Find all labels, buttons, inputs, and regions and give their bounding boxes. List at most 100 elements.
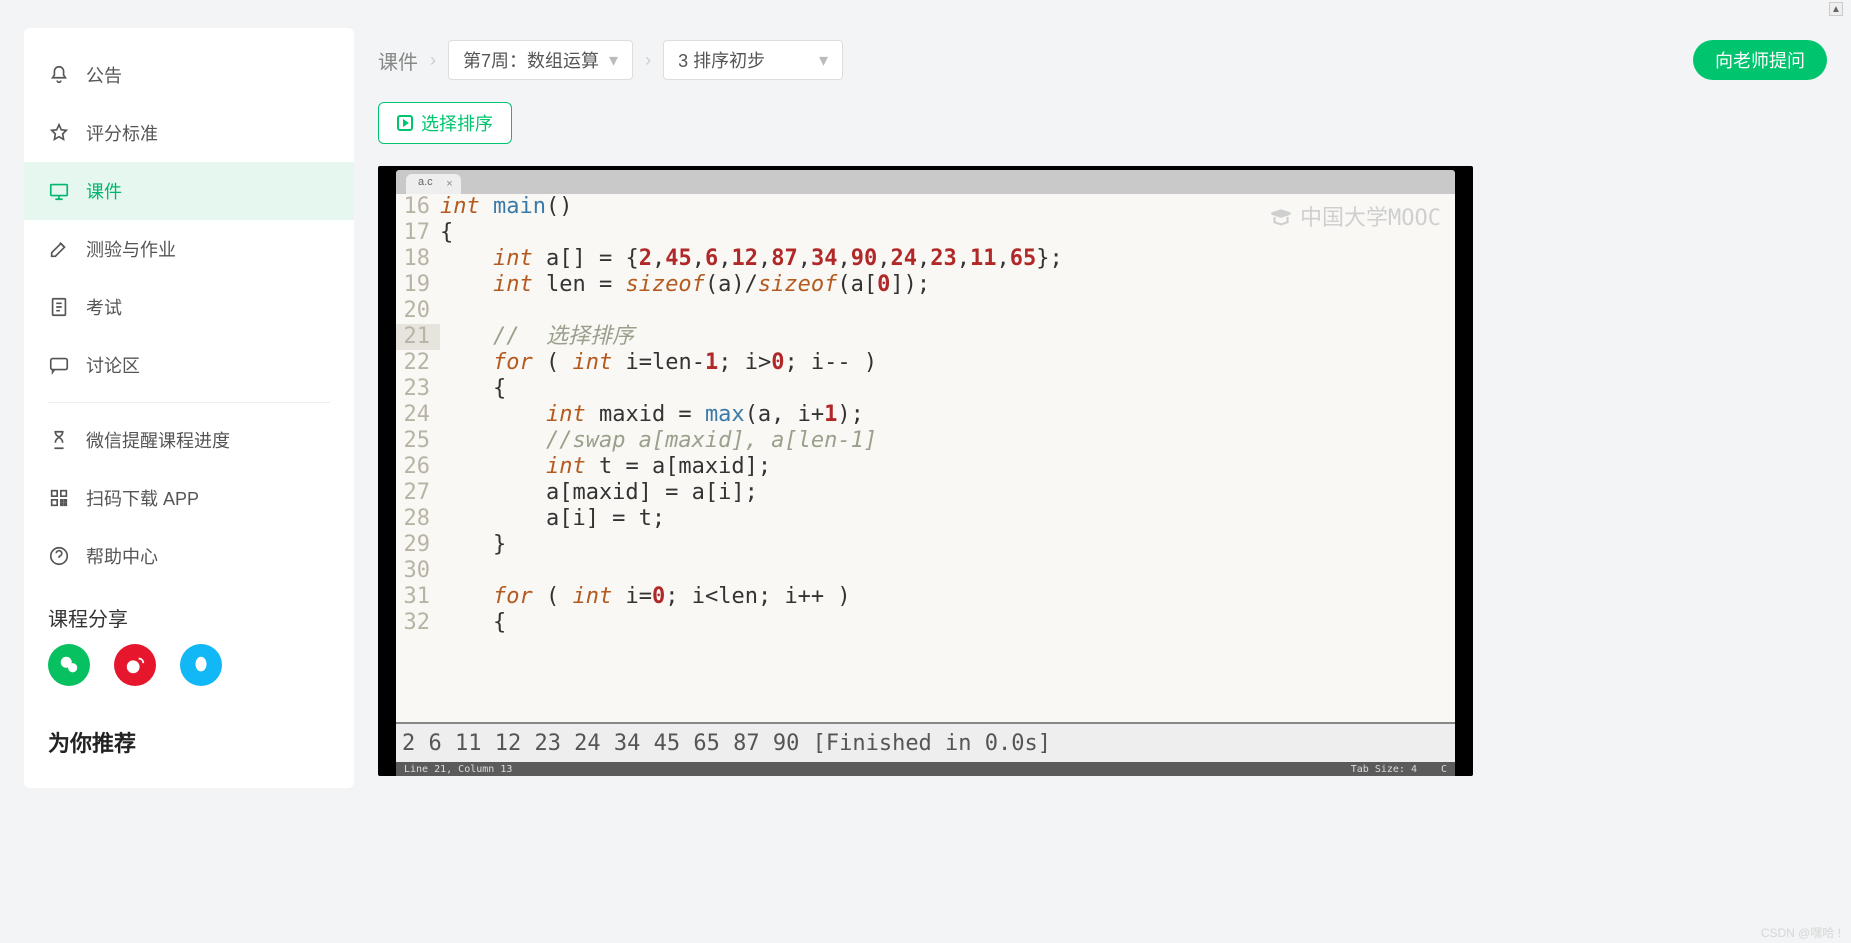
sidebar-item-help[interactable]: 帮助中心 [24, 527, 354, 585]
sidebar-item-lecture[interactable]: 课件 [24, 162, 354, 220]
chevron-down-icon: ▾ [819, 50, 828, 71]
code-line: 31 for ( int i=0; i<len; i++ ) [396, 584, 1455, 610]
breadcrumb-root[interactable]: 课件 [378, 46, 418, 75]
play-icon [397, 115, 413, 131]
help-icon [48, 545, 70, 567]
lecture-icon [48, 180, 70, 202]
line-number: 21 [396, 324, 440, 350]
line-number: 32 [396, 610, 440, 636]
line-number: 30 [396, 558, 440, 584]
code-editor: 中国大学MOOC 16int main()17{18 int a[] = {2,… [396, 194, 1455, 746]
code-text: a[i] = t; [440, 506, 1455, 532]
sidebar: 公告评分标准课件测验与作业考试讨论区微信提醒课程进度扫码下载 APP帮助中心 课… [24, 28, 354, 788]
sidebar-item-chat[interactable]: 讨论区 [24, 336, 354, 394]
code-line: 23 { [396, 376, 1455, 402]
code-line: 19 int len = sizeof(a)/sizeof(a[0]); [396, 272, 1455, 298]
week-select[interactable]: 第7周：数组运算▾ [448, 40, 633, 80]
star-icon [48, 122, 70, 144]
line-number: 20 [396, 298, 440, 324]
code-text: int t = a[maxid]; [440, 454, 1455, 480]
section-select[interactable]: 3 排序初步 ▾ [663, 40, 843, 80]
line-number: 22 [396, 350, 440, 376]
doc-icon [48, 296, 70, 318]
recommend-title: 为你推荐 [24, 704, 354, 770]
sidebar-item-star[interactable]: 评分标准 [24, 104, 354, 162]
scroll-up-button[interactable]: ▲ [1829, 2, 1843, 16]
ask-teacher-button[interactable]: 向老师提问 [1693, 40, 1827, 80]
sidebar-item-bell[interactable]: 公告 [24, 46, 354, 104]
code-line: 32 { [396, 610, 1455, 636]
share-wechat-icon[interactable] [48, 644, 90, 686]
chevron-right-icon: › [645, 50, 651, 71]
code-text: } [440, 532, 1455, 558]
language-mode[interactable]: C [1441, 764, 1447, 775]
code-line: 29 } [396, 532, 1455, 558]
code-text: a[maxid] = a[i]; [440, 480, 1455, 506]
week-select-label: 第7周：数组运算 [463, 47, 599, 73]
bell-icon [48, 64, 70, 86]
sidebar-item-label: 微信提醒课程进度 [86, 427, 230, 453]
code-line: 25 //swap a[maxid], a[len-1] [396, 428, 1455, 454]
output-text: 2 6 11 12 23 24 34 45 65 87 90 [Finished… [402, 731, 1051, 756]
hourglass-icon [48, 429, 70, 451]
code-text: int a[] = {2,45,6,12,87,34,90,24,23,11,6… [440, 246, 1455, 272]
output-panel: 2 6 11 12 23 24 34 45 65 87 90 [Finished… [396, 722, 1455, 762]
sidebar-item-label: 课件 [86, 178, 122, 204]
video-player[interactable]: a.c × 中国大学MOOC 16int main()17{18 int a[] … [378, 166, 1473, 776]
lesson-chip-label: 选择排序 [421, 110, 493, 136]
code-text [440, 298, 1455, 324]
chevron-right-icon: › [430, 50, 436, 71]
share-qq-icon[interactable] [180, 644, 222, 686]
status-bar: Line 21, Column 13 Tab Size: 4 C [396, 762, 1455, 776]
close-icon[interactable]: × [446, 178, 452, 190]
editor-tab-bar: a.c × [396, 170, 1455, 194]
code-text: for ( int i=len-1; i>0; i-- ) [440, 350, 1455, 376]
editor-tab[interactable]: a.c × [406, 174, 461, 194]
code-text: for ( int i=0; i<len; i++ ) [440, 584, 1455, 610]
line-number: 18 [396, 246, 440, 272]
sidebar-separator [48, 402, 330, 403]
line-number: 19 [396, 272, 440, 298]
edit-icon [48, 238, 70, 260]
line-number: 23 [396, 376, 440, 402]
main-content: 课件 › 第7周：数组运算▾ › 3 排序初步 ▾ 向老师提问 选择排序 a.c ×… [378, 28, 1827, 788]
code-text: // 选择排序 [440, 324, 1455, 350]
sidebar-item-doc[interactable]: 考试 [24, 278, 354, 336]
line-number: 27 [396, 480, 440, 506]
qr-icon [48, 487, 70, 509]
code-text: //swap a[maxid], a[len-1] [440, 428, 1455, 454]
code-line: 21 // 选择排序 [396, 324, 1455, 350]
code-line: 28 a[i] = t; [396, 506, 1455, 532]
sidebar-item-label: 扫码下载 APP [86, 485, 199, 511]
code-line: 27 a[maxid] = a[i]; [396, 480, 1455, 506]
code-text: { [440, 610, 1455, 636]
code-line: 30 [396, 558, 1455, 584]
tab-size[interactable]: Tab Size: 4 [1351, 764, 1417, 775]
lesson-chip[interactable]: 选择排序 [378, 102, 512, 144]
editor-tab-label: a.c [418, 176, 433, 188]
code-line: 20 [396, 298, 1455, 324]
chat-icon [48, 354, 70, 376]
sidebar-item-label: 考试 [86, 294, 122, 320]
section-select-label: 3 排序初步 [678, 47, 765, 73]
ask-teacher-label: 向老师提问 [1715, 47, 1805, 73]
sidebar-item-edit[interactable]: 测验与作业 [24, 220, 354, 278]
sidebar-item-hourglass[interactable]: 微信提醒课程进度 [24, 411, 354, 469]
sidebar-item-qr[interactable]: 扫码下载 APP [24, 469, 354, 527]
code-line: 24 int maxid = max(a, i+1); [396, 402, 1455, 428]
code-line: 26 int t = a[maxid]; [396, 454, 1455, 480]
sidebar-item-label: 评分标准 [86, 120, 158, 146]
line-number: 25 [396, 428, 440, 454]
watermark: 中国大学MOOC [1268, 206, 1441, 232]
line-number: 29 [396, 532, 440, 558]
line-number: 24 [396, 402, 440, 428]
line-number: 26 [396, 454, 440, 480]
share-weibo-icon[interactable] [114, 644, 156, 686]
csdn-watermark: CSDN @嘿哈 ! [1761, 924, 1841, 941]
sidebar-item-label: 讨论区 [86, 352, 140, 378]
sidebar-item-label: 公告 [86, 62, 122, 88]
code-text [440, 558, 1455, 584]
code-text: { [440, 376, 1455, 402]
code-text: int len = sizeof(a)/sizeof(a[0]); [440, 272, 1455, 298]
code-line: 22 for ( int i=len-1; i>0; i-- ) [396, 350, 1455, 376]
